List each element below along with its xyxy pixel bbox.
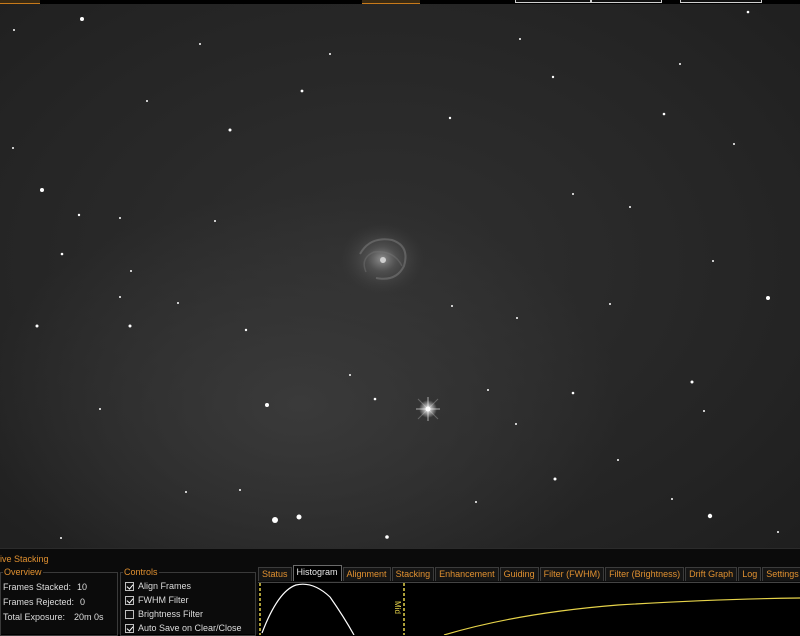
star-field [12, 10, 779, 539]
panel-tabs: Status Histogram Alignment Stacking Enha… [258, 565, 800, 581]
tab-filter-brightness[interactable]: Filter (Brightness) [605, 567, 685, 581]
brightness-filter-label: Brightness Filter [138, 609, 204, 619]
total-exposure-row: Total Exposure: 20m 0s [3, 612, 104, 622]
auto-save-checkbox[interactable]: Auto Save on Clear/Close [125, 623, 242, 633]
tab-enhancement[interactable]: Enhancement [435, 567, 499, 581]
frames-stacked-label: Frames Stacked: [3, 582, 72, 592]
align-frames-label: Align Frames [138, 581, 192, 591]
tab-histogram[interactable]: Histogram [292, 565, 342, 581]
tab-alignment[interactable]: Alignment [342, 567, 391, 581]
toolbar-button-3[interactable] [680, 0, 762, 3]
auto-save-label: Auto Save on Clear/Close [138, 623, 242, 633]
tab-status[interactable]: Status [258, 567, 292, 581]
brightness-filter-check-icon[interactable] [125, 609, 134, 619]
galaxy [340, 223, 424, 295]
tab-filter-fwhm[interactable]: Filter (FWHM) [539, 567, 605, 581]
total-exposure-label: Total Exposure: [3, 612, 66, 622]
fwhm-filter-label: FWHM Filter [138, 595, 189, 605]
tab-stacking[interactable]: Stacking [391, 567, 435, 581]
overview-title: Overview [3, 567, 43, 577]
toolbar-button-1[interactable] [515, 0, 591, 3]
tab-log[interactable]: Log [738, 567, 762, 581]
histogram-view[interactable]: Mid [258, 582, 800, 635]
stacked-image-view[interactable] [0, 4, 800, 548]
align-frames-check-icon[interactable] [125, 581, 134, 591]
total-exposure-value: 20m 0s [74, 612, 104, 622]
tab-guiding[interactable]: Guiding [499, 567, 539, 581]
align-frames-checkbox[interactable]: Align Frames [125, 581, 191, 591]
mid-label: Mid [393, 601, 402, 614]
histogram-plot [259, 583, 800, 635]
brightness-filter-checkbox[interactable]: Brightness Filter [125, 609, 203, 619]
frames-rejected-label: Frames Rejected: [3, 597, 75, 607]
frames-rejected-value: 0 [80, 597, 86, 607]
toolbar-button-2[interactable] [591, 0, 662, 3]
panel-title: ive Stacking [0, 554, 49, 564]
overview-group: Overview Frames Stacked: 10 Frames Reject… [0, 567, 118, 636]
live-stacking-panel: ive Stacking Overview Frames Stacked: 10 … [0, 548, 800, 636]
fwhm-filter-check-icon[interactable] [125, 595, 134, 605]
histogram-curve [261, 583, 355, 635]
tab-settings[interactable]: Settings [762, 567, 800, 581]
frames-stacked-value: 10 [77, 582, 88, 592]
controls-group: Controls Align Frames FWHM Filter Bright… [120, 567, 256, 636]
controls-title: Controls [123, 567, 159, 577]
frames-rejected-row: Frames Rejected: 0 [3, 597, 85, 607]
stretch-curve [443, 597, 800, 635]
fwhm-filter-checkbox[interactable]: FWHM Filter [125, 595, 189, 605]
tab-drift-graph[interactable]: Drift Graph [685, 567, 738, 581]
auto-save-check-icon[interactable] [125, 623, 134, 633]
frames-stacked-row: Frames Stacked: 10 [3, 582, 87, 592]
bright-star [416, 397, 440, 421]
